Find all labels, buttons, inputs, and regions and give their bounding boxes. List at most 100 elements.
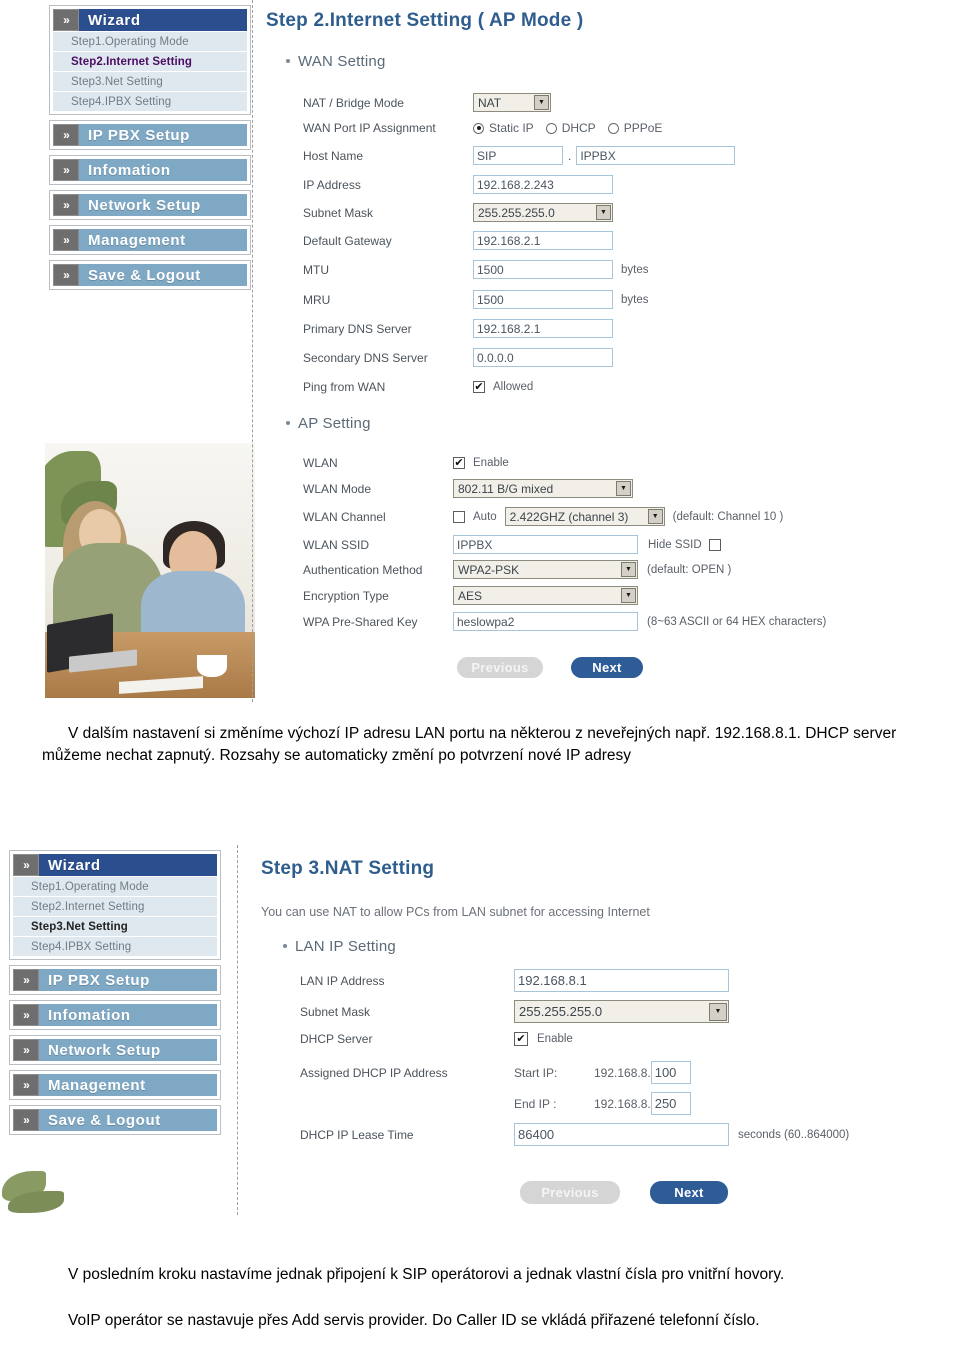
mru-input[interactable]: 1500 — [473, 290, 613, 309]
nat-bridge-mode-select[interactable]: NAT ▼ — [473, 93, 551, 112]
wlan-channel-select[interactable]: 2.422GHZ (channel 3) ▼ — [504, 507, 665, 526]
host-name-input-1[interactable]: SIP — [473, 146, 563, 165]
chevron-right-icon: » — [53, 159, 79, 181]
mru-unit: bytes — [621, 293, 649, 306]
radio-dhcp-label: DHCP — [561, 121, 596, 135]
sidebar-item-wizard[interactable]: » Wizard — [53, 9, 247, 31]
sidebar-item-ip-pbx-setup[interactable]: » IP PBX Setup — [13, 969, 217, 991]
field-assigned-dhcp-start: Assigned DHCP IP Address Start IP: 192.1… — [300, 1061, 940, 1084]
mtu-unit: bytes — [621, 263, 649, 276]
radio-static-ip[interactable] — [473, 122, 484, 134]
sidebar-subitem-step1[interactable]: Step1.Operating Mode — [13, 876, 217, 896]
field-label: MRU — [303, 292, 331, 307]
radio-pppoe[interactable] — [607, 122, 619, 134]
menu-group-ip-pbx-setup: » IP PBX Setup — [49, 120, 251, 150]
sidebar-item-infomation[interactable]: » Infomation — [53, 159, 247, 181]
sidebar-item-save-logout[interactable]: » Save & Logout — [53, 264, 247, 286]
hide-ssid-checkbox[interactable] — [708, 538, 721, 551]
body-paragraph-2: V posledním kroku nastavíme jednak připo… — [68, 1266, 785, 1283]
field-wpa-key: WPA Pre-Shared Key heslowpa2 (8~63 ASCII… — [303, 612, 943, 631]
field-label: Primary DNS Server — [303, 321, 412, 336]
wlan-channel-auto-checkbox[interactable] — [453, 510, 465, 523]
primary-dns-input[interactable]: 192.168.2.1 — [473, 319, 613, 338]
end-ip-label: End IP : — [514, 1096, 557, 1111]
previous-button[interactable]: Previous — [520, 1181, 620, 1204]
end-ip-input[interactable]: 250 — [650, 1092, 691, 1115]
chevron-down-icon: ▼ — [709, 1002, 727, 1021]
section-lan-ip-setting: LAN IP Setting — [283, 938, 396, 955]
lan-ip-address-input[interactable]: 192.168.8.1 — [514, 969, 729, 992]
field-label: DHCP IP Lease Time — [300, 1127, 414, 1142]
field-mru: MRU 1500 bytes — [303, 290, 923, 309]
menu-group-ip-pbx-setup: » IP PBX Setup — [9, 965, 221, 995]
sidebar-subitem-step3[interactable]: Step3.Net Setting — [53, 71, 247, 91]
host-name-input-2[interactable]: IPPBX — [576, 146, 736, 165]
sidebar-item-label: Network Setup — [39, 1039, 217, 1061]
wlan-ssid-input[interactable]: IPPBX — [453, 535, 638, 554]
lan-subnet-mask-select[interactable]: 255.255.255.0 ▼ — [514, 1000, 729, 1023]
sidebar-item-label: Wizard — [79, 9, 247, 31]
wlan-mode-select[interactable]: 802.11 B/G mixed ▼ — [453, 479, 633, 498]
next-button[interactable]: Next — [650, 1181, 728, 1204]
wpa-key-hint: (8~63 ASCII or 64 HEX characters) — [647, 615, 827, 628]
field-wlan-ssid: WLAN SSID IPPBX Hide SSID — [303, 535, 943, 554]
select-value: 255.255.255.0 — [478, 205, 555, 220]
start-ip-prefix: 192.168.8. — [594, 1065, 651, 1080]
auth-method-select[interactable]: WPA2-PSK ▼ — [453, 560, 638, 579]
chevron-right-icon: » — [53, 124, 79, 146]
sidebar-item-label: Infomation — [79, 159, 247, 181]
ping-from-wan-checkbox[interactable]: ✔ — [473, 381, 485, 393]
start-ip-input[interactable]: 100 — [650, 1061, 691, 1084]
sidebar-item-ip-pbx-setup[interactable]: » IP PBX Setup — [53, 124, 247, 146]
sidebar-subitem-step3[interactable]: Step3.Net Setting — [13, 916, 217, 936]
sidebar-item-management[interactable]: » Management — [13, 1074, 217, 1096]
host-name-separator: . — [568, 148, 572, 163]
sidebar-subitem-step2[interactable]: Step2.Internet Setting — [53, 51, 247, 71]
field-label: Encryption Type — [303, 588, 389, 603]
sidebar-subitem-step4[interactable]: Step4.IPBX Setting — [53, 91, 247, 111]
sidebar-item-network-setup[interactable]: » Network Setup — [53, 194, 247, 216]
field-wlan: WLAN ✔ Enable — [303, 456, 923, 470]
select-value: 802.11 B/G mixed — [458, 481, 554, 496]
mtu-input[interactable]: 1500 — [473, 260, 613, 279]
previous-button[interactable]: Previous — [457, 657, 543, 678]
chevron-right-icon: » — [53, 264, 79, 286]
field-dhcp-lease-time: DHCP IP Lease Time 86400 seconds (60..86… — [300, 1123, 960, 1146]
chevron-right-icon: » — [53, 194, 79, 216]
sidebar-subitem-step4[interactable]: Step4.IPBX Setting — [13, 936, 217, 956]
chevron-right-icon: » — [13, 1109, 39, 1131]
field-label: Ping from WAN — [303, 380, 386, 394]
sidebar-subitem-step2[interactable]: Step2.Internet Setting — [13, 896, 217, 916]
ping-from-wan-label: Allowed — [493, 381, 534, 393]
decorative-leaf-photo — [0, 1165, 80, 1225]
field-auth-method: Authentication Method WPA2-PSK ▼ (defaul… — [303, 560, 943, 579]
sidebar-item-network-setup[interactable]: » Network Setup — [13, 1039, 217, 1061]
wlan-enable-checkbox[interactable]: ✔ — [453, 457, 465, 469]
sidebar-item-infomation[interactable]: » Infomation — [13, 1004, 217, 1026]
sidebar-item-save-logout[interactable]: » Save & Logout — [13, 1109, 217, 1131]
secondary-dns-input[interactable]: 0.0.0.0 — [473, 348, 613, 367]
subnet-mask-select[interactable]: 255.255.255.0 ▼ — [473, 203, 613, 222]
radio-dhcp[interactable] — [545, 122, 557, 134]
dhcp-server-checkbox[interactable]: ✔ — [514, 1032, 528, 1046]
dhcp-lease-time-input[interactable]: 86400 — [514, 1123, 729, 1146]
field-wlan-mode: WLAN Mode 802.11 B/G mixed ▼ — [303, 479, 923, 498]
encryption-type-select[interactable]: AES ▼ — [453, 586, 638, 605]
section-label: LAN IP Setting — [295, 938, 396, 955]
body-paragraph-3: VoIP operátor se nastavuje přes Add serv… — [68, 1312, 760, 1329]
sidebar-item-label: Save & Logout — [79, 264, 247, 286]
ip-address-input[interactable]: 192.168.2.243 — [473, 175, 613, 194]
divider — [237, 845, 238, 1215]
radio-pppoe-label: PPPoE — [623, 121, 663, 135]
sidebar-item-wizard[interactable]: » Wizard — [13, 854, 217, 876]
field-label: Assigned DHCP IP Address — [300, 1065, 448, 1080]
sidebar-item-management[interactable]: » Management — [53, 229, 247, 251]
next-button[interactable]: Next — [571, 657, 643, 678]
field-encryption-type: Encryption Type AES ▼ — [303, 586, 943, 605]
default-gateway-input[interactable]: 192.168.2.1 — [473, 231, 613, 250]
field-label: WLAN SSID — [303, 537, 370, 552]
menu-group-management: » Management — [9, 1070, 221, 1100]
field-host-name: Host Name SIP . IPPBX — [303, 146, 923, 165]
wpa-key-input[interactable]: heslowpa2 — [453, 612, 638, 631]
sidebar-subitem-step1[interactable]: Step1.Operating Mode — [53, 31, 247, 51]
